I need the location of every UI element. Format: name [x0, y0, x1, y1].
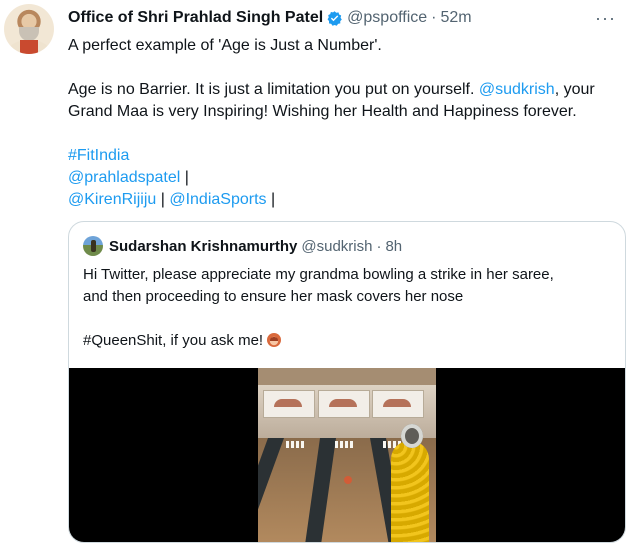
bowler [391, 424, 429, 542]
verified-badge-icon [327, 10, 342, 26]
quoted-tweet[interactable]: Sudarshan Krishnamurthy @sudkrish · 8h H… [68, 221, 626, 543]
bowler-head [401, 424, 423, 448]
lane-panel-2 [318, 390, 370, 418]
author-handle[interactable]: @pspoffice [347, 9, 427, 27]
mention-kirenrijiju[interactable]: @KirenRijiju [68, 191, 156, 208]
author-name[interactable]: Office of Shri Prahlad Singh Patel [68, 9, 323, 27]
quoted-hashtag-line: #QueenShit, if you ask me! [83, 332, 264, 349]
tweet-line-2-tail: , your [554, 81, 595, 98]
panel-logo-1 [274, 399, 302, 407]
pins-1 [286, 441, 306, 448]
tweet-line-1: A perfect example of 'Age is Just a Numb… [68, 37, 382, 54]
quoted-separator-dot: · [376, 237, 382, 255]
panel-logo-2 [329, 399, 357, 407]
pipe-separator-1: | [180, 169, 189, 186]
tweet-time[interactable]: 52m [440, 9, 471, 27]
tweet-line-2: Age is no Barrier. It is just a limitati… [68, 79, 618, 101]
hashtag-fitindia[interactable]: #FitIndia [68, 147, 129, 164]
woman-emoji-icon [267, 333, 282, 347]
author-avatar[interactable] [4, 4, 54, 54]
quoted-time[interactable]: 8h [385, 238, 402, 255]
pipe-separator-2: | [156, 191, 165, 208]
mention-indiasports[interactable]: @IndiaSports [169, 191, 266, 208]
pins-2 [335, 441, 355, 448]
bowling-video-frame [258, 368, 436, 542]
panel-logo-3 [383, 399, 411, 407]
separator-dot: · [431, 9, 437, 26]
avatar-scarf [20, 40, 38, 54]
quoted-text: Hi Twitter, please appreciate my grandma… [83, 264, 608, 352]
avatar-beard [19, 27, 39, 41]
mention-sudkrish[interactable]: @sudkrish [479, 81, 555, 98]
tweet-header: Office of Shri Prahlad Singh Patel @pspo… [68, 8, 472, 28]
more-options-icon[interactable]: ··· [595, 8, 616, 29]
quoted-author-avatar[interactable] [83, 236, 103, 256]
lane-panel-1 [263, 390, 315, 418]
tweet-card[interactable]: Office of Shri Prahlad Singh Patel @pspo… [0, 0, 632, 543]
tweet-line-3: Grand Maa is very Inspiring! Wishing her… [68, 103, 577, 120]
paragraph-gap-2 [68, 123, 618, 145]
hashtag-line: #FitIndia [68, 145, 618, 167]
lane-panel-3 [372, 390, 424, 418]
quoted-line-1: Hi Twitter, please appreciate my grandma… [83, 266, 554, 283]
pipe-separator-3: | [266, 191, 276, 208]
tweet-line-2-text: Age is no Barrier. It is just a limitati… [68, 81, 479, 98]
quoted-paragraph-gap [83, 308, 608, 330]
mention-line-1: @prahladspatel | [68, 167, 618, 189]
bowling-ball [344, 476, 352, 484]
avatar-figure [91, 240, 96, 252]
quoted-line-3: #QueenShit, if you ask me! [83, 330, 608, 352]
mention-line-2: @KirenRijiju | @IndiaSports | [68, 189, 618, 211]
yellow-saree [391, 441, 429, 542]
video-player[interactable] [69, 368, 625, 542]
mention-prahladspatel[interactable]: @prahladspatel [68, 169, 180, 186]
quoted-author-handle[interactable]: @sudkrish [301, 238, 372, 255]
quoted-header: Sudarshan Krishnamurthy @sudkrish · 8h [83, 236, 402, 256]
tweet-text: A perfect example of 'Age is Just a Numb… [68, 35, 618, 211]
quoted-author-name[interactable]: Sudarshan Krishnamurthy [109, 238, 297, 255]
quoted-line-2: and then proceeding to ensure her mask c… [83, 288, 464, 305]
bowling-ceiling [258, 368, 436, 385]
